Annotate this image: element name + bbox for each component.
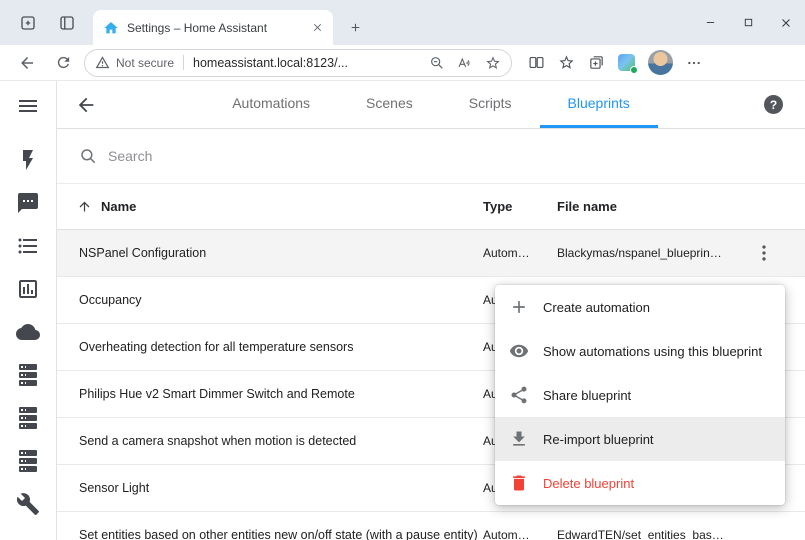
favorites-icon[interactable]	[558, 54, 575, 71]
address-bar[interactable]: Not secure homeassistant.local:8123/...	[84, 49, 512, 77]
search-icon	[79, 147, 97, 165]
search-bar	[57, 129, 805, 184]
menu-item-reimport-blueprint[interactable]: Re-import blueprint	[495, 417, 785, 461]
page-header: Automations Scenes Scripts Blueprints ?	[57, 81, 805, 129]
tab-scripts[interactable]: Scripts	[441, 81, 540, 128]
tab-close-icon[interactable]	[312, 22, 323, 33]
sidebar-item-cloud[interactable]	[16, 320, 40, 344]
server-icon	[16, 363, 40, 387]
tab-automations[interactable]: Automations	[204, 81, 338, 128]
sidebar-item-history[interactable]	[16, 277, 40, 301]
workspaces-icon[interactable]	[58, 14, 76, 32]
eye-icon	[509, 341, 529, 361]
home-assistant-favicon	[103, 20, 119, 36]
minimize-button[interactable]	[691, 0, 729, 45]
sidebar-menu-button[interactable]	[16, 94, 40, 118]
browser-titlebar: Settings – Home Assistant	[0, 0, 805, 45]
sidebar-item-server-2[interactable]	[16, 406, 40, 430]
sidebar-item-server-3[interactable]	[16, 449, 40, 473]
profile-avatar[interactable]	[648, 50, 673, 75]
menu-item-show-automations[interactable]: Show automations using this blueprint	[495, 329, 785, 373]
search-input[interactable]	[108, 148, 528, 164]
tab-scenes[interactable]: Scenes	[338, 81, 441, 128]
split-screen-icon[interactable]	[528, 54, 545, 71]
chart-icon	[16, 277, 40, 301]
hamburger-icon	[16, 94, 40, 118]
site-info-warning-icon[interactable]	[95, 55, 110, 70]
table-row[interactable]: Set entities based on other entities new…	[57, 512, 805, 540]
sidebar-item-assist[interactable]	[16, 191, 40, 215]
help-button[interactable]: ?	[764, 95, 783, 114]
share-icon	[509, 385, 529, 405]
back-icon[interactable]	[12, 49, 42, 77]
status-badge	[630, 66, 638, 74]
row-menu-button[interactable]	[753, 242, 775, 264]
back-arrow-icon	[75, 94, 97, 116]
zoom-out-icon[interactable]	[429, 55, 445, 71]
sidebar-item-tools[interactable]	[16, 492, 40, 516]
table-header: Name Type File name	[57, 184, 805, 230]
tab-actions-icon[interactable]	[19, 14, 37, 32]
column-header-type[interactable]: Type	[483, 199, 512, 214]
maximize-button[interactable]	[729, 0, 767, 45]
address-divider	[183, 55, 184, 70]
close-button[interactable]	[767, 0, 805, 45]
tab-blueprints[interactable]: Blueprints	[540, 81, 658, 128]
collections-icon[interactable]	[588, 54, 605, 71]
refresh-icon[interactable]	[48, 49, 78, 77]
trash-icon	[509, 473, 529, 493]
menu-item-create-automation[interactable]: Create automation	[495, 285, 785, 329]
menu-item-share-blueprint[interactable]: Share blueprint	[495, 373, 785, 417]
ha-back-button[interactable]	[75, 94, 97, 116]
sidebar-item-todo[interactable]	[16, 234, 40, 258]
not-secure-label: Not secure	[116, 56, 174, 70]
browser-navbar: Not secure homeassistant.local:8123/...	[0, 45, 805, 81]
menu-item-delete-blueprint[interactable]: Delete blueprint	[495, 461, 785, 505]
server-icon	[16, 406, 40, 430]
extension-icon[interactable]	[618, 54, 635, 71]
column-header-name[interactable]: Name	[57, 199, 136, 214]
plus-icon	[509, 297, 529, 317]
list-icon	[16, 234, 40, 258]
browser-tab[interactable]: Settings – Home Assistant	[93, 10, 333, 45]
lightning-icon	[16, 148, 40, 172]
cloud-icon	[16, 320, 40, 344]
more-menu-icon[interactable]	[686, 55, 702, 71]
table-row[interactable]: NSPanel Configuration Autom… Blackymas/n…	[57, 230, 805, 277]
kebab-icon	[753, 242, 775, 264]
row-context-menu: Create automation Show automations using…	[495, 285, 785, 505]
wrench-icon	[16, 492, 40, 516]
column-header-file[interactable]: File name	[557, 199, 617, 214]
favorite-star-icon[interactable]	[485, 55, 501, 71]
sidebar-item-energy[interactable]	[16, 148, 40, 172]
download-icon	[509, 429, 529, 449]
chat-icon	[16, 191, 40, 215]
server-icon	[16, 449, 40, 473]
sort-arrow-icon[interactable]	[77, 199, 92, 214]
tab-title: Settings – Home Assistant	[127, 21, 312, 35]
sidebar-item-server-1[interactable]	[16, 363, 40, 387]
tab-bar: Automations Scenes Scripts Blueprints	[57, 81, 805, 128]
url-text: homeassistant.local:8123/...	[193, 56, 348, 70]
home-assistant-app: Automations Scenes Scripts Blueprints ? …	[0, 81, 805, 540]
sidebar	[0, 81, 57, 540]
new-tab-button[interactable]	[344, 16, 366, 38]
read-aloud-icon[interactable]	[457, 55, 473, 71]
